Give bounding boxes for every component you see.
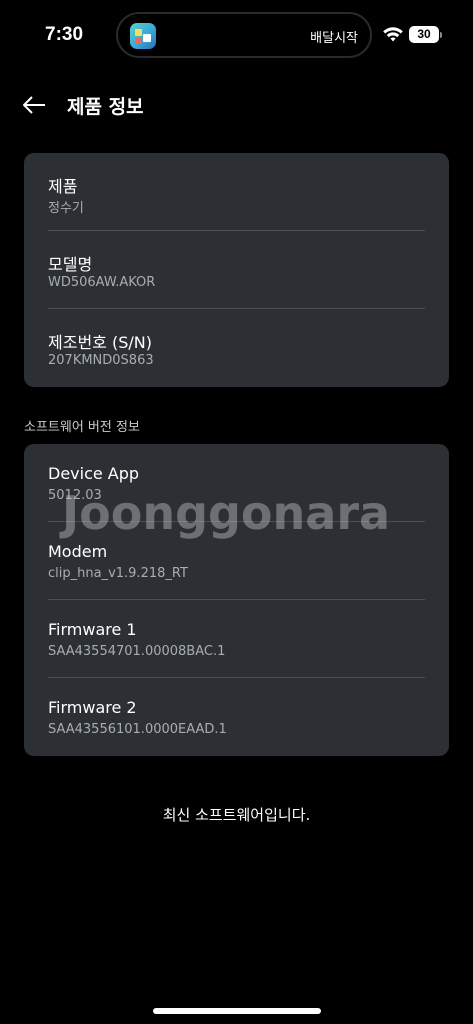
status-time: 7:30 — [45, 24, 84, 45]
row-label: Firmware 1 — [48, 620, 137, 639]
row-firmware-1[interactable]: Firmware 1 SAA43554701.00008BAC.1 — [48, 600, 425, 678]
row-device-app[interactable]: Device App 5012.03 — [48, 444, 425, 522]
row-serial-number[interactable]: 제조번호 (S/N) 207KMND0S863 — [48, 309, 425, 387]
home-indicator[interactable] — [153, 1008, 321, 1014]
back-button[interactable] — [20, 90, 50, 120]
row-label: 제조번호 (S/N) — [48, 333, 152, 352]
software-version-card: Device App 5012.03 Modem clip_hna_v1.9.2… — [24, 444, 449, 756]
row-label: 제품 — [48, 177, 78, 196]
status-bar: 7:30 배달시작 30 — [0, 0, 473, 72]
battery-nub — [440, 32, 442, 38]
product-info-card: 제품 정수기 모델명 WD506AW.AKOR 제조번호 (S/N) 207KM… — [24, 153, 449, 387]
battery-indicator: 30 — [409, 26, 439, 43]
row-value: SAA43556101.0000EAAD.1 — [48, 722, 227, 737]
island-status-text: 배달시작 — [310, 31, 358, 46]
row-value: 정수기 — [48, 201, 84, 216]
row-model-name[interactable]: 모델명 WD506AW.AKOR — [48, 231, 425, 309]
row-value: clip_hna_v1.9.218_RT — [48, 566, 188, 581]
row-value: WD506AW.AKOR — [48, 275, 156, 290]
row-value: 207KMND0S863 — [48, 353, 154, 368]
section-header-software: 소프트웨어 버전 정보 — [24, 420, 140, 435]
row-product[interactable]: 제품 정수기 — [48, 153, 425, 231]
row-label: 모델명 — [48, 255, 93, 274]
row-firmware-2[interactable]: Firmware 2 SAA43556101.0000EAAD.1 — [48, 678, 425, 756]
app-icon — [130, 23, 156, 49]
row-label: Modem — [48, 542, 108, 561]
row-label: Firmware 2 — [48, 698, 137, 717]
dynamic-island[interactable]: 배달시작 — [116, 12, 372, 58]
arrow-left-icon — [23, 96, 45, 114]
wifi-icon — [383, 27, 403, 42]
software-status-message: 최신 소프트웨어입니다. — [162, 806, 311, 824]
row-label: Device App — [48, 464, 140, 483]
row-modem[interactable]: Modem clip_hna_v1.9.218_RT — [48, 522, 425, 600]
row-value: 5012.03 — [48, 488, 102, 503]
page-title: 제품 정보 — [67, 96, 144, 118]
row-value: SAA43554701.00008BAC.1 — [48, 644, 226, 659]
